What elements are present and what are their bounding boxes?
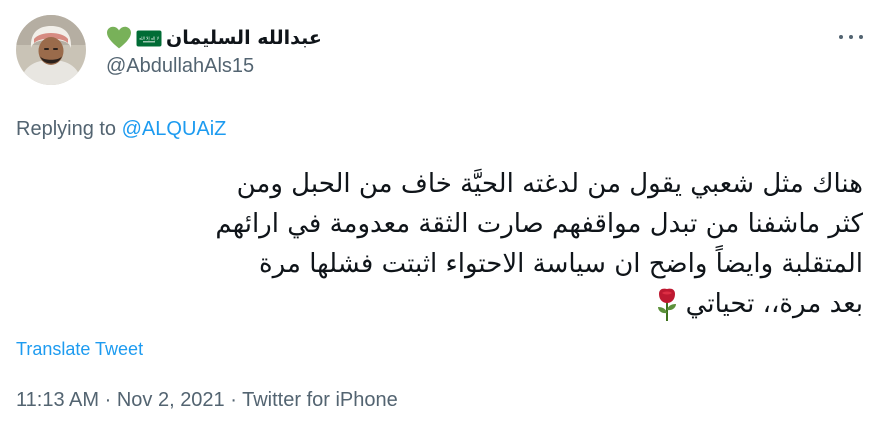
tweet-source-link[interactable]: Twitter for iPhone — [242, 389, 398, 411]
rose-icon — [657, 288, 676, 321]
author-handle[interactable]: @AbdullahAls15 — [106, 55, 254, 78]
replying-to-mention-link[interactable]: @ALQUAiZ — [122, 118, 227, 140]
tweet-last-line: بعد مرة،، تحياتي — [16, 284, 863, 324]
tweet-text: هناك مثل شعبي يقول من لدغته الحيَّة خاف … — [16, 164, 863, 324]
author-name-row[interactable]: لا إله إلا الله عبدالله السليمان — [106, 22, 322, 54]
saudi-flag-icon: لا إله إلا الله — [136, 30, 162, 46]
more-options-icon-dot — [859, 35, 863, 39]
more-options-icon — [839, 35, 843, 39]
translate-tweet-link[interactable]: Translate Tweet — [16, 339, 143, 360]
tweet-line: بعد مرة،، تحياتي — [685, 289, 863, 319]
author-avatar[interactable] — [16, 15, 86, 85]
meta-separator: · — [104, 389, 112, 411]
meta-separator: · — [230, 389, 237, 411]
more-options-icon-dot — [849, 35, 853, 39]
tweet-time-link[interactable]: 11:13 AM — [16, 389, 99, 411]
author-display-name[interactable]: عبدالله السليمان — [166, 27, 322, 49]
more-options-button[interactable] — [839, 27, 863, 47]
green-heart-icon — [107, 26, 131, 49]
replying-to: Replying to @ALQUAiZ — [16, 118, 226, 141]
tweet-line: كثر ماشفنا من تبدل مواقفهم صارت الثقة مع… — [215, 209, 863, 239]
tweet-meta: 11:13 AM · Nov 2, 2021 · Twitter for iPh… — [16, 389, 398, 412]
tweet-date-link[interactable]: Nov 2, 2021 — [117, 389, 225, 411]
tweet-line: هناك مثل شعبي يقول من لدغته الحيَّة خاف … — [236, 169, 863, 199]
replying-to-label: Replying to — [16, 118, 117, 140]
tweet-line: المتقلبة وايضاً واضح ان سياسة الاحتواء ا… — [259, 249, 863, 279]
